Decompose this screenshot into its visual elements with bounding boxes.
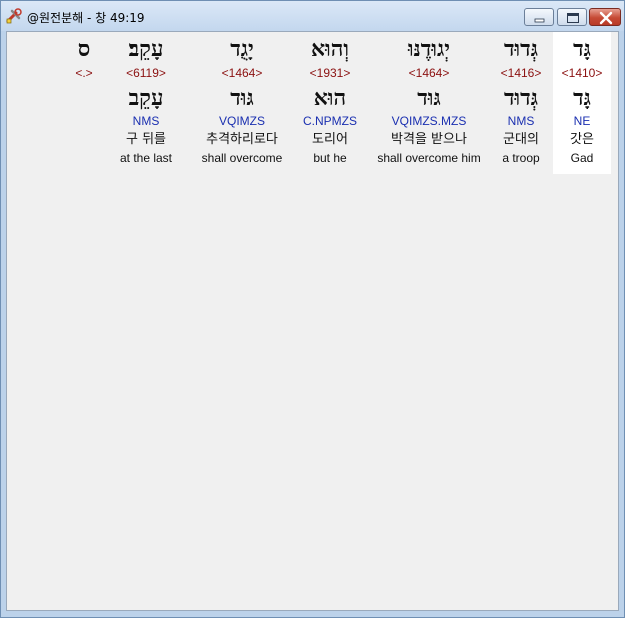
korean-gloss: 도리어	[312, 132, 348, 147]
close-button[interactable]	[589, 8, 621, 26]
word-column-gad[interactable]: גָּד <1410> גָּד NE 갓은 Gad	[553, 32, 611, 174]
parsing-code: NE	[573, 114, 591, 128]
parsing-code: NMS	[132, 114, 160, 128]
english-gloss: Gad	[570, 151, 594, 165]
close-icon	[599, 11, 613, 25]
maximize-icon	[567, 13, 579, 23]
strongs-number[interactable]: <.>	[67, 66, 101, 80]
strongs-number[interactable]: <1410>	[553, 66, 611, 80]
word-column-but-he[interactable]: וְהוּא <1931> הוּא C.NPMZS 도리어 but he	[295, 32, 365, 174]
english-gloss: at the last	[119, 151, 173, 165]
interlinear-panel[interactable]: גָּד <1410> גָּד NE 갓은 Gad גְּדוּד <1416…	[6, 31, 619, 611]
hebrew-word: גְּדוּד	[503, 36, 539, 62]
strongs-number[interactable]: <1416>	[493, 66, 549, 80]
hebrew-lemma: גּוּד	[230, 85, 254, 111]
tools-icon[interactable]	[5, 7, 23, 25]
parsing-code: C.NPMZS	[303, 114, 357, 128]
hebrew-lemma: גָּד	[573, 85, 591, 111]
window-title: @원전분해 - 창 49:19	[27, 11, 145, 25]
window-bottom-border	[1, 612, 624, 617]
word-column-at-the-last[interactable]: עָקֵב׃ <6119> עָקֵב NMS 구 뒤를 at the last	[111, 32, 181, 174]
hebrew-word: ס	[77, 36, 91, 62]
minimize-icon	[534, 18, 545, 23]
word-column-shall-overcome[interactable]: יָגֻד <1464> גּוּד VQIMZS 추격하리로다 shall o…	[195, 32, 289, 174]
hebrew-word: יְגוּדֶנּוּ	[407, 36, 451, 62]
maximize-button[interactable]	[557, 8, 587, 26]
hebrew-word: יָגֻד	[230, 36, 254, 62]
korean-gloss: 추격하리로다	[206, 132, 278, 147]
word-column-overcome-him[interactable]: יְגוּדֶנּוּ <1464> גּוּד VQIMZS.MZS 박격을 …	[371, 32, 487, 174]
strongs-number[interactable]: <1464>	[371, 66, 487, 80]
parsing-code: VQIMZS	[218, 114, 265, 128]
english-gloss: shall overcome him	[377, 151, 481, 165]
word-column-samekh[interactable]: ס <.>	[67, 32, 101, 174]
app-window: @원전분해 - 창 49:19 גָּד <1410> גָּד NE 갓은 G…	[0, 0, 625, 618]
korean-gloss: 군대의	[503, 132, 539, 147]
word-column-troop[interactable]: גְּדוּד <1416> גְּדוּד NMS 군대의 a troop	[493, 32, 549, 174]
hebrew-word: וְהוּא	[310, 36, 350, 62]
korean-gloss: 갓은	[570, 132, 594, 147]
english-gloss: shall overcome	[201, 151, 283, 165]
parsing-code: VQIMZS.MZS	[391, 114, 467, 128]
english-gloss: a troop	[502, 151, 540, 165]
hebrew-lemma: גּוּד	[417, 85, 441, 111]
strongs-number[interactable]: <1931>	[295, 66, 365, 80]
minimize-button[interactable]	[524, 8, 554, 26]
hebrew-word: גָּד	[573, 36, 591, 62]
korean-gloss: 구 뒤를	[125, 132, 166, 147]
strongs-number[interactable]: <1464>	[195, 66, 289, 80]
title-bar[interactable]: @원전분해 - 창 49:19	[1, 1, 624, 31]
english-gloss: but he	[313, 151, 347, 165]
korean-gloss: 박격을 받으나	[391, 132, 467, 147]
parsing-code: NMS	[507, 114, 535, 128]
hebrew-lemma: גְּדוּד	[503, 85, 539, 111]
hebrew-word: עָקֵב׃	[128, 36, 164, 62]
strongs-number[interactable]: <6119>	[111, 66, 181, 80]
hebrew-lemma: עָקֵב	[128, 85, 164, 111]
hebrew-lemma: הוּא	[313, 85, 347, 111]
